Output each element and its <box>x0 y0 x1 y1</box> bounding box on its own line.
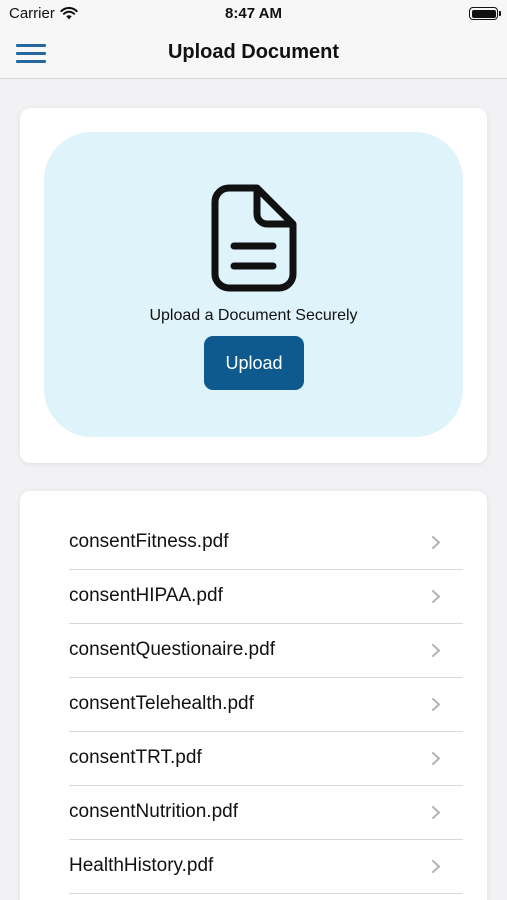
upload-button[interactable]: Upload <box>204 336 304 390</box>
document-row-consent-fitness[interactable]: consentFitness.pdf <box>69 516 463 570</box>
chevron-right-icon <box>432 860 440 873</box>
upload-drop-zone[interactable]: Upload a Document Securely Upload <box>44 132 463 437</box>
document-row-consent-hipaa[interactable]: consentHIPAA.pdf <box>69 570 463 624</box>
navigation-bar: Upload Document <box>0 28 507 79</box>
chevron-right-icon <box>432 806 440 819</box>
documents-card: consentFitness.pdf consentHIPAA.pdf cons… <box>20 491 487 900</box>
document-row-consent-nutrition[interactable]: consentNutrition.pdf <box>69 786 463 840</box>
document-name: consentNutrition.pdf <box>69 801 238 822</box>
document-row-consent-telehealth[interactable]: consentTelehealth.pdf <box>69 678 463 732</box>
document-name: consentTelehealth.pdf <box>69 693 254 714</box>
chevron-right-icon <box>432 536 440 549</box>
upload-caption: Upload a Document Securely <box>149 307 358 324</box>
page-title: Upload Document <box>167 41 340 63</box>
document-name: consentFitness.pdf <box>69 531 229 552</box>
upload-card: Upload a Document Securely Upload <box>20 108 487 463</box>
status-bar: Carrier 8:47 AM <box>0 0 507 28</box>
document-name: consentTRT.pdf <box>69 747 202 768</box>
document-row-health-history[interactable]: HealthHistory.pdf <box>69 840 463 894</box>
documents-list: consentFitness.pdf consentHIPAA.pdf cons… <box>69 516 463 894</box>
document-row-consent-trt[interactable]: consentTRT.pdf <box>69 732 463 786</box>
document-name: consentQuestionaire.pdf <box>69 639 275 660</box>
status-time: 8:47 AM <box>225 5 282 22</box>
battery-icon <box>469 7 501 20</box>
chevron-right-icon <box>432 752 440 765</box>
chevron-right-icon <box>432 590 440 603</box>
document-name: HealthHistory.pdf <box>69 855 214 876</box>
document-icon <box>211 184 297 292</box>
document-name: consentHIPAA.pdf <box>69 585 223 606</box>
document-row-consent-questionaire[interactable]: consentQuestionaire.pdf <box>69 624 463 678</box>
chevron-right-icon <box>432 644 440 657</box>
chevron-right-icon <box>432 698 440 711</box>
